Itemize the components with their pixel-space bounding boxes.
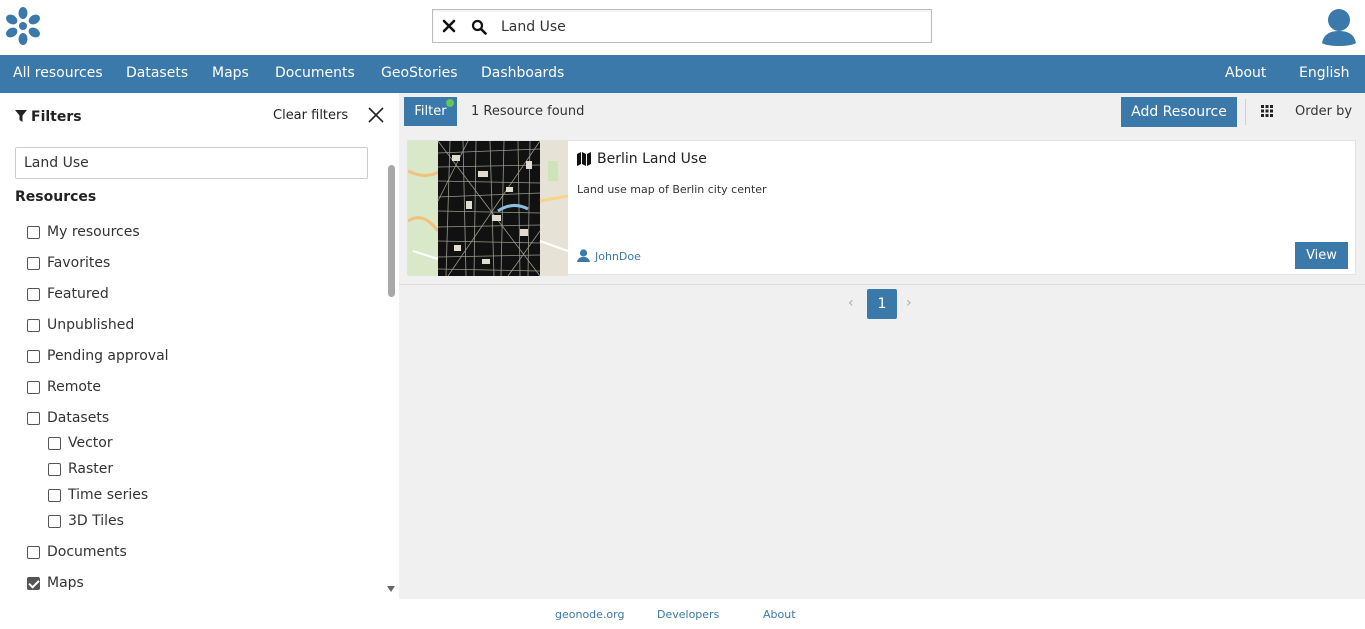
filter-label: 3D Tiles [68, 513, 124, 529]
checkbox[interactable] [27, 225, 40, 239]
resource-abstract: Land use map of Berlin city center [577, 183, 767, 196]
checkbox[interactable] [48, 514, 61, 528]
filter-remote[interactable]: Remote [27, 377, 101, 397]
clear-search-icon[interactable] [442, 19, 456, 33]
pagination-prev[interactable]: ‹ [848, 295, 858, 311]
filter-label: My resources [47, 224, 140, 240]
grid-view-icon[interactable] [1261, 105, 1273, 117]
filter-my-resources[interactable]: My resources [27, 222, 140, 242]
results-divider [399, 284, 1365, 285]
checkbox-checked[interactable] [27, 576, 40, 590]
filter-raster[interactable]: Raster [48, 459, 113, 479]
nav-all-resources[interactable]: All resources [13, 65, 103, 81]
filter-unpublished[interactable]: Unpublished [27, 315, 134, 335]
footer-link-about[interactable]: About [763, 608, 796, 621]
filter-search-input[interactable] [15, 147, 368, 179]
filter-label: Raster [68, 461, 114, 477]
filters-title-label: Filters [31, 109, 82, 125]
filters-title: Filters [15, 109, 82, 125]
checkbox[interactable] [48, 436, 61, 450]
results-count: 1 Resource found [471, 104, 585, 119]
owner-name: JohnDoe [595, 249, 641, 263]
checkbox[interactable] [27, 411, 40, 425]
sidebar-scrollbar-thumb[interactable] [388, 165, 395, 297]
resources-section-title: Resources [15, 189, 97, 205]
checkbox[interactable] [27, 287, 40, 301]
checkbox[interactable] [27, 318, 40, 332]
nav-datasets[interactable]: Datasets [126, 65, 188, 81]
main-navbar: All resources Datasets Maps Documents Ge… [0, 55, 1365, 93]
filter-favorites[interactable]: Favorites [27, 253, 110, 273]
filter-label: Favorites [47, 255, 111, 271]
filter-vector[interactable]: Vector [48, 433, 113, 453]
search-icon[interactable] [471, 19, 487, 35]
results-panel: Filter 1 Resource found Add Resource Ord… [399, 93, 1365, 599]
geonode-logo[interactable] [3, 6, 43, 46]
nav-about[interactable]: About [1225, 65, 1266, 81]
filter-maps[interactable]: Maps [27, 573, 84, 593]
filter-featured[interactable]: Featured [27, 284, 109, 304]
filter-funnel-icon [15, 110, 27, 122]
nav-geostories[interactable]: GeoStories [381, 65, 458, 81]
toolbar-divider [1245, 99, 1246, 125]
resource-title-text: Berlin Land Use [597, 151, 707, 167]
pagination-next[interactable]: › [906, 295, 916, 311]
nav-maps[interactable]: Maps [212, 65, 249, 81]
view-button[interactable]: View [1295, 242, 1348, 269]
filter-label: Time series [68, 487, 149, 503]
order-by-dropdown[interactable]: Order by [1295, 104, 1352, 119]
checkbox[interactable] [48, 462, 61, 476]
filter-documents[interactable]: Documents [27, 542, 127, 562]
checkbox[interactable] [27, 256, 40, 270]
filter-label: Documents [47, 544, 127, 560]
filter-label: Remote [47, 379, 102, 395]
filter-3d-tiles[interactable]: 3D Tiles [48, 511, 124, 531]
footer-link-geonode[interactable]: geonode.org [555, 608, 624, 621]
clear-filters-link[interactable]: Clear filters [273, 108, 348, 123]
add-resource-button[interactable]: Add Resource [1121, 97, 1237, 127]
global-search [432, 9, 932, 43]
footer: geonode.org Developers About [0, 599, 1365, 629]
user-icon [577, 249, 590, 262]
filter-datasets[interactable]: Datasets [27, 408, 109, 428]
pagination-page-current[interactable]: 1 [867, 289, 897, 319]
resource-owner-link[interactable]: JohnDoe [577, 249, 641, 263]
top-header [0, 0, 1365, 55]
nav-dashboards[interactable]: Dashboards [481, 65, 564, 81]
filter-pending-approval[interactable]: Pending approval [27, 346, 169, 366]
filter-label: Unpublished [47, 317, 135, 333]
resource-card[interactable]: Berlin Land Use Land use map of Berlin c… [407, 140, 1356, 276]
scroll-down-arrow-icon[interactable] [386, 585, 396, 593]
filter-time-series[interactable]: Time series [48, 485, 148, 505]
filter-label: Vector [68, 435, 113, 451]
search-input[interactable] [501, 16, 921, 38]
map-icon [577, 152, 591, 166]
checkbox[interactable] [27, 545, 40, 559]
resource-title[interactable]: Berlin Land Use [577, 151, 707, 167]
close-filters-icon[interactable] [368, 107, 384, 123]
checkbox[interactable] [27, 349, 40, 363]
resource-thumbnail[interactable] [408, 141, 568, 276]
footer-link-developers[interactable]: Developers [657, 608, 719, 621]
filter-label: Featured [47, 286, 109, 302]
checkbox[interactable] [27, 380, 40, 394]
checkbox[interactable] [48, 488, 61, 502]
active-filter-indicator [446, 99, 454, 107]
language-selector[interactable]: English [1299, 65, 1350, 81]
filter-label: Pending approval [47, 348, 169, 364]
filter-label: Datasets [47, 410, 110, 426]
user-avatar-icon[interactable] [1320, 7, 1358, 47]
filter-label: Maps [47, 575, 84, 591]
filters-sidebar: Filters Clear filters Resources My resou… [0, 93, 399, 599]
nav-documents[interactable]: Documents [275, 65, 355, 81]
